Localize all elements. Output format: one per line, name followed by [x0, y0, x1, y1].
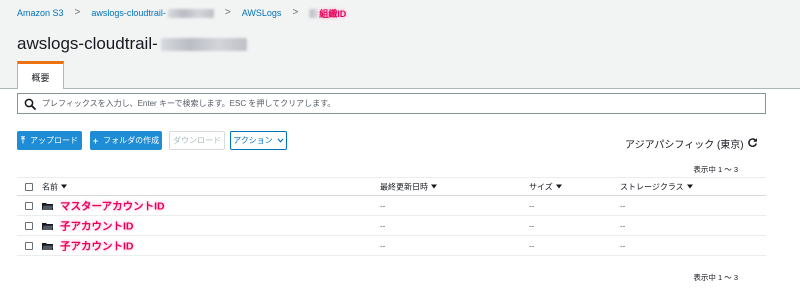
objects-table: 名前 最終更新日時 サイズ ストレージクラス マスターアカウントID -- --…: [17, 177, 766, 256]
breadcrumb-separator: >: [74, 7, 81, 18]
redacted-bucket-suffix: [167, 9, 214, 19]
storage-class-cell: --: [620, 201, 626, 210]
search-input[interactable]: プレフィックスを入力し、Enter キーで検索します。ESC を押してクリアしま…: [17, 93, 766, 114]
table-row[interactable]: 子アカウントID -- -- --: [17, 236, 766, 256]
row-checkbox[interactable]: [25, 201, 33, 210]
upload-button[interactable]: ⤒ アップロード: [17, 131, 82, 150]
storage-class-cell: --: [620, 221, 626, 230]
page-title-text: awslogs-cloudtrail-: [17, 34, 158, 53]
upload-button-label: アップロード: [29, 136, 78, 145]
refresh-icon[interactable]: [747, 137, 758, 148]
sort-caret-icon: [61, 184, 67, 189]
size-cell: --: [529, 221, 535, 230]
chevron-down-icon: [277, 138, 284, 143]
table-row[interactable]: 子アカウントID -- -- --: [17, 216, 766, 236]
folder-name[interactable]: 子アカウントID: [60, 218, 134, 233]
column-header-last-modified-label: 最終更新日時: [380, 182, 428, 191]
select-all-checkbox[interactable]: [25, 182, 33, 191]
plus-icon: +: [92, 135, 99, 146]
region-label: アジアパシフィック (東京): [625, 140, 744, 151]
sort-caret-icon: [686, 184, 693, 189]
tab-bar: 概要: [0, 61, 800, 90]
last-modified-cell: --: [380, 201, 386, 210]
search-icon: [24, 98, 36, 110]
last-modified-cell: --: [380, 221, 386, 230]
breadcrumb-bucket[interactable]: awslogs-cloudtrail-: [91, 7, 214, 19]
tab-overview[interactable]: 概要: [17, 61, 64, 90]
folder-icon: [42, 202, 53, 210]
display-count-top: 表示中 1 ～ 3: [693, 165, 738, 174]
table-row[interactable]: マスターアカウントID -- -- --: [17, 196, 766, 216]
redacted-org-id: [309, 8, 318, 18]
upload-icon: ⤒: [21, 135, 25, 145]
size-cell: --: [529, 241, 535, 250]
breadcrumb-bucket-label: awslogs-cloudtrail-: [91, 7, 166, 18]
column-header-storage-class[interactable]: ストレージクラス: [620, 181, 693, 192]
actions-dropdown[interactable]: アクション: [230, 131, 287, 150]
actions-dropdown-label: アクション: [233, 136, 273, 145]
column-header-size-label: サイズ: [529, 182, 553, 191]
download-button[interactable]: ダウンロード: [169, 131, 225, 150]
folder-icon: [42, 242, 53, 250]
breadcrumb-organization-id: 組織ID: [319, 8, 347, 19]
folder-name[interactable]: マスターアカウントID: [60, 198, 165, 213]
folder-name[interactable]: 子アカウントID: [60, 238, 134, 253]
page-title: awslogs-cloudtrail-: [17, 34, 247, 54]
column-header-storage-class-label: ストレージクラス: [620, 182, 684, 191]
column-header-name-label: 名前: [42, 182, 58, 191]
breadcrumb-separator: >: [224, 7, 231, 18]
folder-icon: [42, 222, 53, 230]
size-cell: --: [529, 201, 535, 210]
last-modified-cell: --: [380, 241, 386, 250]
redacted-title-suffix: [160, 37, 247, 51]
create-folder-button-label: フォルダの作成: [103, 136, 160, 145]
search-placeholder: プレフィックスを入力し、Enter キーで検索します。ESC を押してクリアしま…: [42, 99, 336, 108]
display-count-bottom: 表示中 1 ～ 3: [693, 273, 738, 282]
column-header-size[interactable]: サイズ: [529, 181, 562, 192]
sort-caret-icon: [431, 184, 437, 189]
breadcrumb: Amazon S3 > awslogs-cloudtrail- > AWSLog…: [17, 6, 346, 20]
storage-class-cell: --: [620, 241, 626, 250]
column-header-name[interactable]: 名前: [42, 181, 67, 192]
breadcrumb-amazon-s3[interactable]: Amazon S3: [17, 8, 64, 18]
sort-caret-icon: [555, 184, 562, 189]
create-folder-button[interactable]: + フォルダの作成: [90, 131, 162, 150]
row-checkbox[interactable]: [25, 221, 33, 230]
breadcrumb-separator: >: [292, 7, 299, 18]
breadcrumb-awslogs[interactable]: AWSLogs: [242, 8, 282, 18]
main-panel: プレフィックスを入力し、Enter キーで検索します。ESC を押してクリアしま…: [0, 89, 800, 291]
column-header-last-modified[interactable]: 最終更新日時: [380, 181, 437, 192]
table-header-row: 名前 最終更新日時 サイズ ストレージクラス: [17, 178, 766, 196]
row-checkbox[interactable]: [25, 241, 33, 250]
